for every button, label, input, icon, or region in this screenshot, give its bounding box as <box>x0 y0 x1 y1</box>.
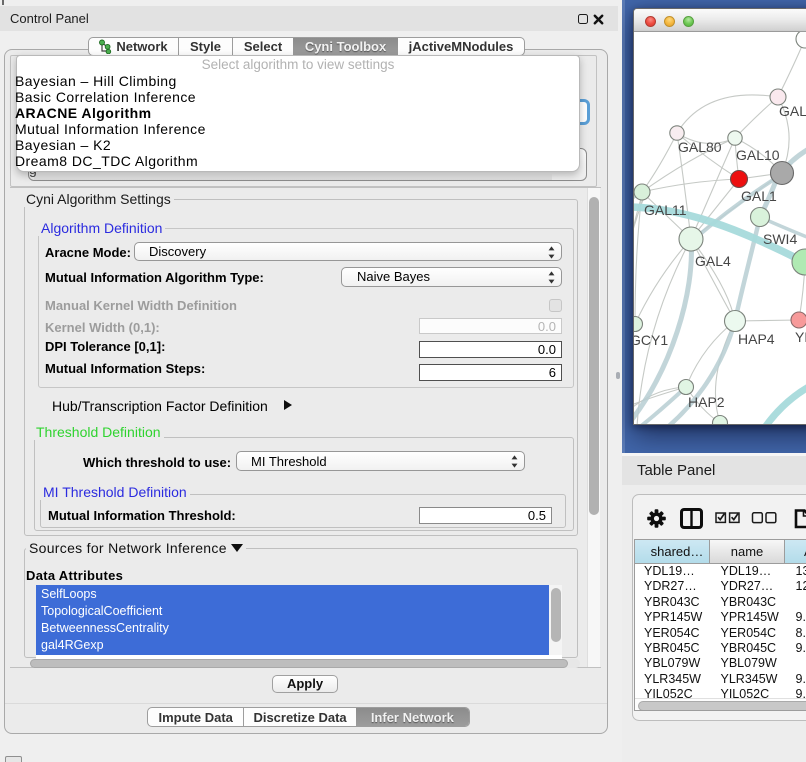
svg-text:GAL80: GAL80 <box>678 139 722 155</box>
svg-text:HAP2: HAP2 <box>688 394 725 410</box>
svg-text:GAL10: GAL10 <box>736 147 780 163</box>
svg-text:GAL1: GAL1 <box>741 188 777 204</box>
svg-text:HAP4: HAP4 <box>738 331 775 347</box>
svg-text:GCY1: GCY1 <box>634 332 668 348</box>
svg-text:YL: YL <box>795 329 806 345</box>
svg-text:GAL11: GAL11 <box>644 202 687 218</box>
svg-text:SWI4: SWI4 <box>763 231 797 247</box>
svg-text:GAL8: GAL8 <box>779 103 806 119</box>
svg-text:GAL4: GAL4 <box>695 253 731 269</box>
